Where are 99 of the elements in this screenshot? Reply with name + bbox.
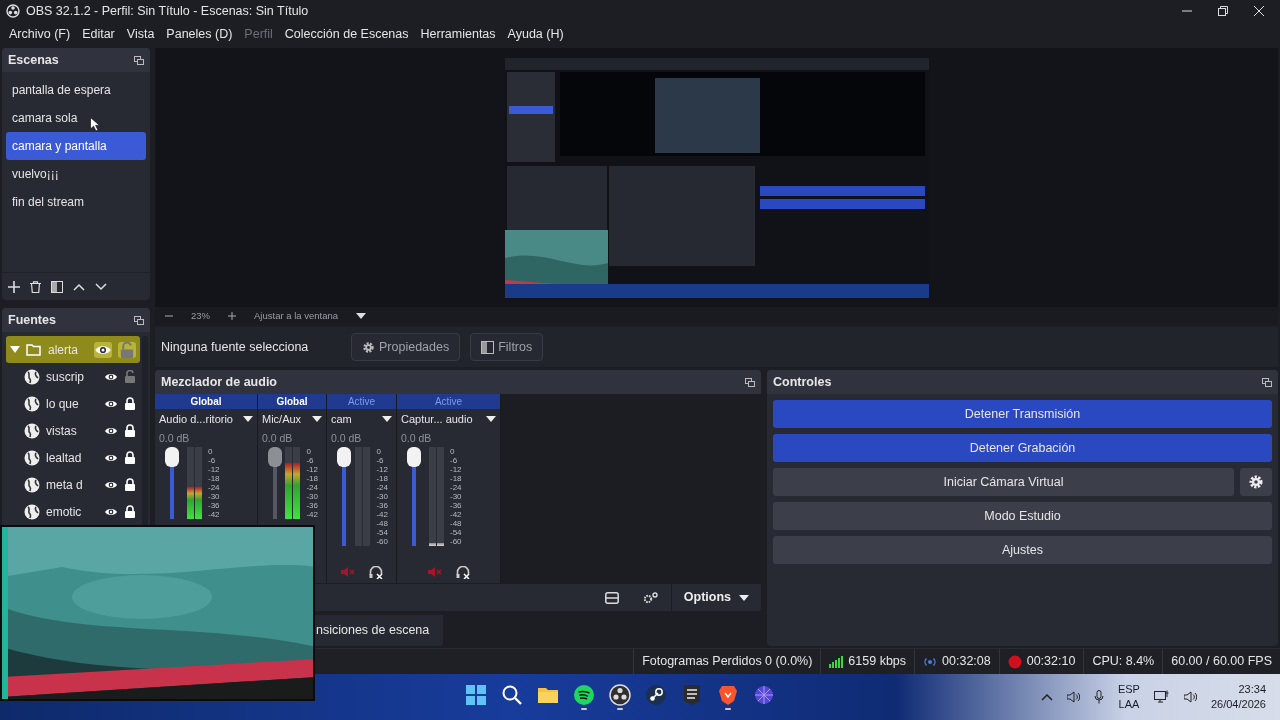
clock-time[interactable]: 23:34 xyxy=(1238,682,1266,697)
scale-label: -18 xyxy=(376,474,388,484)
menu-item[interactable]: Herramientas xyxy=(415,22,501,46)
scale-label: -12 xyxy=(376,465,388,475)
channel-name: Audio d...ritorio xyxy=(159,412,233,427)
window-title: OBS 32.1.2 - Perfil: Sin Título - Escenas: Sin Título xyxy=(26,2,309,20)
options-button[interactable]: Options xyxy=(670,584,761,612)
volume-readout: 0.0 dB xyxy=(400,430,433,446)
scale-label: -24 xyxy=(376,483,388,493)
scale-label: -6 xyxy=(306,456,315,466)
channel-name: Mic/Aux xyxy=(262,412,302,427)
scale-label: -18 xyxy=(208,474,220,484)
scale-label: -12 xyxy=(208,465,220,475)
scale-label: -60 xyxy=(376,537,388,547)
scale-label: -30 xyxy=(376,492,388,502)
source-name: lo que xyxy=(46,395,80,413)
scale-label: -24 xyxy=(450,483,462,493)
stream-time: 00:32:08 xyxy=(942,653,991,671)
menu-item[interactable]: Archivo (F) xyxy=(4,22,76,46)
source-item[interactable]: meta d xyxy=(20,471,140,498)
scale-label: -36 xyxy=(208,501,220,511)
scale-label: -54 xyxy=(450,528,462,538)
language-code[interactable]: ESP xyxy=(1117,682,1140,697)
source-name: suscrip xyxy=(46,368,85,386)
scale-label: 0 xyxy=(376,447,382,457)
control-button[interactable]: Detener Transmisión xyxy=(773,400,1272,428)
volume-readout: 0.0 dB xyxy=(261,430,294,446)
channel-mode: Active xyxy=(397,394,500,409)
keyboard-layout[interactable]: LAA xyxy=(1118,697,1140,712)
scale-label: -36 xyxy=(450,501,462,511)
panel-title: Mezclador de audio xyxy=(161,373,277,391)
scale-label: -6 xyxy=(450,456,459,466)
scale-label: -24 xyxy=(208,483,220,493)
scale-label: -60 xyxy=(450,537,462,547)
source-item[interactable]: emotic xyxy=(20,498,140,525)
volume-readout: 0.0 dB xyxy=(158,430,191,446)
scene-item[interactable]: camara sola xyxy=(6,104,146,132)
panel-title: Escenas xyxy=(8,51,59,69)
scale-label: 0 xyxy=(208,447,214,457)
menu-item[interactable]: Ayuda (H) xyxy=(502,22,569,46)
scale-label: -42 xyxy=(208,510,220,520)
source-name: vistas xyxy=(46,422,78,440)
scale-label: -18 xyxy=(450,474,462,484)
scale-label: -54 xyxy=(376,528,388,538)
recording-time: 00:32:10 xyxy=(1026,653,1076,671)
scale-label: -48 xyxy=(376,519,388,529)
scale-label: -18 xyxy=(306,474,318,484)
properties-button[interactable]: Propiedades xyxy=(351,332,461,362)
scene-item[interactable]: fin del stream xyxy=(6,188,146,216)
panel-title: Fuentes xyxy=(8,311,56,329)
channel-mode: Global xyxy=(258,394,326,409)
source-name: emotic xyxy=(46,503,83,521)
menu-item[interactable]: Editar xyxy=(77,22,120,46)
source-name: alerta xyxy=(48,341,80,359)
zoom-level: 23% xyxy=(191,308,210,323)
channel-name: cam xyxy=(331,412,352,427)
transitions-tab[interactable]: nsiciones de escena xyxy=(312,615,444,646)
control-button[interactable]: Modo Estudio xyxy=(773,502,1272,530)
bitrate: 6159 kbps xyxy=(848,653,907,671)
source-name: meta d xyxy=(46,476,84,494)
filters-button[interactable]: Filtros xyxy=(470,332,544,362)
scale-label: -42 xyxy=(376,510,388,520)
scale-label: -30 xyxy=(306,492,318,502)
scale-label: -12 xyxy=(450,465,462,475)
source-item[interactable]: lealtad xyxy=(20,444,140,471)
source-item[interactable]: suscrip xyxy=(20,363,140,390)
channel-name: Captur... audio xyxy=(401,412,473,427)
scale-label: -36 xyxy=(376,501,388,511)
scale-label: -42 xyxy=(306,510,318,520)
scale-label: -42 xyxy=(450,510,462,520)
panel-title: Controles xyxy=(773,373,832,391)
scale-label: 0 xyxy=(450,447,456,457)
scale-label: -36 xyxy=(306,501,318,511)
menu-item[interactable]: Paneles (D) xyxy=(161,22,238,46)
clock-date[interactable]: 26/04/2026 xyxy=(1210,697,1266,712)
scale-label: -48 xyxy=(450,519,462,529)
scale-label: -30 xyxy=(208,492,220,502)
selection-status: Ninguna fuente selecciona xyxy=(161,338,310,356)
scene-item[interactable]: vuelvo¡¡¡ xyxy=(6,160,146,188)
scale-label: -6 xyxy=(376,456,385,466)
scene-item[interactable]: pantalla de espera xyxy=(6,76,146,104)
control-button[interactable]: Iniciar Cámara Virtual xyxy=(773,468,1234,496)
scale-label: -24 xyxy=(306,483,318,493)
source-item[interactable]: vistas xyxy=(20,417,140,444)
channel-mode: Global xyxy=(155,394,257,409)
scale-label: 0 xyxy=(306,447,312,457)
menu-item[interactable]: Vista xyxy=(121,22,160,46)
source-item[interactable]: lo que xyxy=(20,390,140,417)
scale-label: -12 xyxy=(306,465,318,475)
channel-mode: Active xyxy=(327,394,396,409)
scale-label: -6 xyxy=(208,456,217,466)
control-button[interactable]: Detener Grabación xyxy=(773,434,1272,462)
scale-label: -30 xyxy=(450,492,462,502)
scene-item[interactable]: camara y pantalla xyxy=(6,132,146,160)
source-name: lealtad xyxy=(46,449,83,467)
volume-readout: 0.0 dB xyxy=(330,430,363,446)
fit-option[interactable]: Ajustar a la ventana xyxy=(254,308,338,324)
menu-item[interactable]: Colección de Escenas xyxy=(279,22,414,46)
control-button[interactable]: Ajustes xyxy=(773,536,1272,564)
